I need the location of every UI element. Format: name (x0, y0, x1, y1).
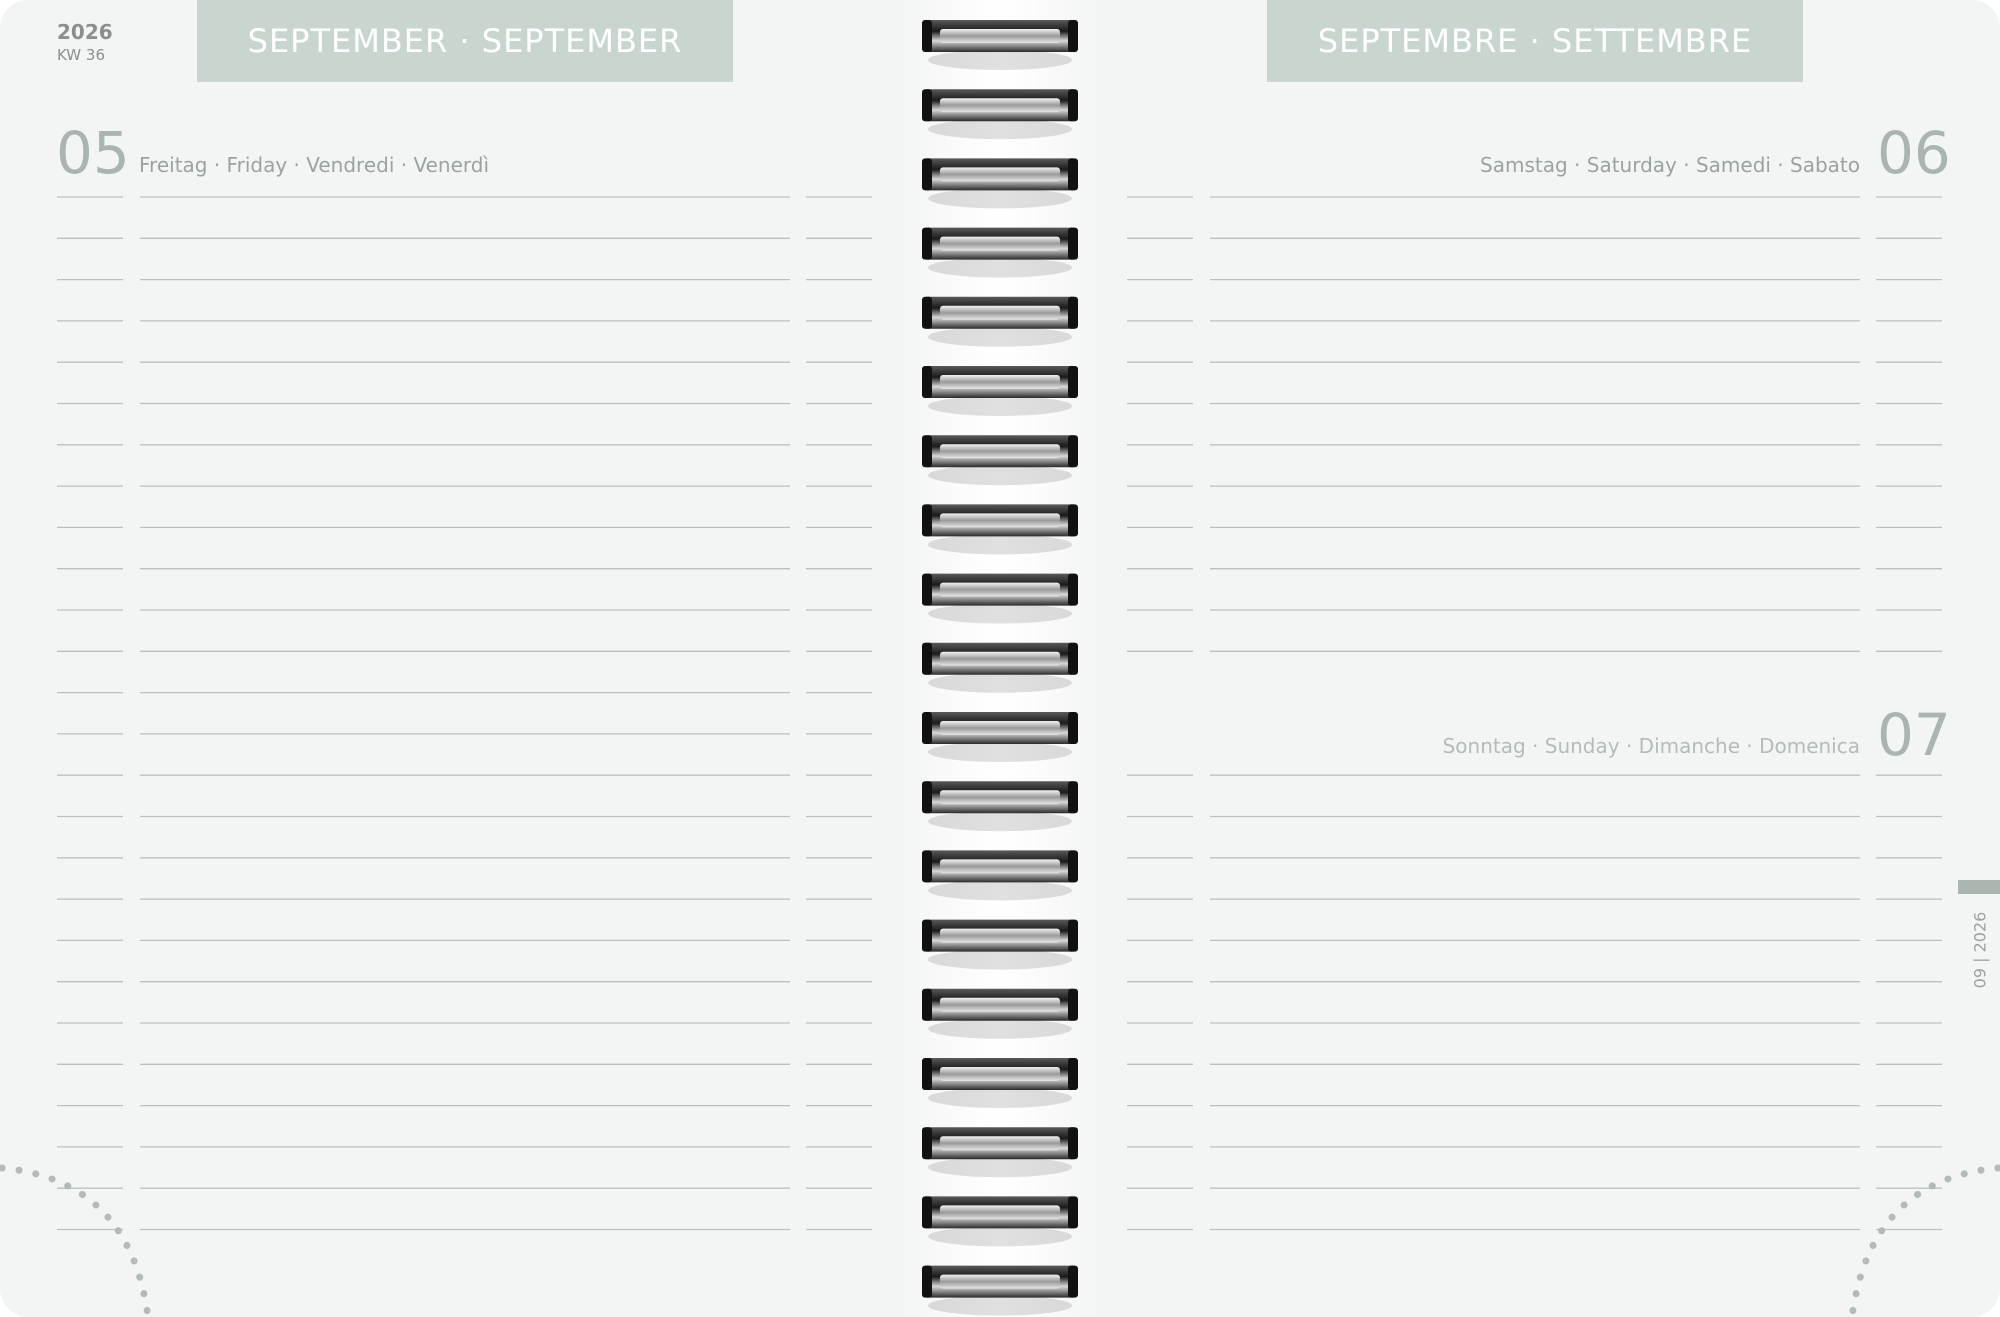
left-page: 2026 KW 36 SEPTEMBER · SEPTEMBER 05 Frei… (0, 0, 900, 1317)
spiral-ring (922, 20, 1078, 70)
ruled-lines-right[interactable] (1100, 0, 2000, 1317)
spiral-ring (922, 158, 1078, 209)
spiral-ring (922, 781, 1078, 832)
spiral-binding (900, 0, 1100, 1317)
spiral-ring (922, 1265, 1078, 1316)
spiral-ring (922, 712, 1078, 762)
spiral-ring (922, 988, 1078, 1039)
spiral-ring (922, 504, 1078, 555)
spiral-ring (922, 435, 1078, 486)
month-edge-text: 09 | 2026 (1970, 911, 1990, 989)
spiral-ring (922, 1127, 1078, 1178)
month-edge-label: 09 | 2026 (1945, 900, 2000, 1000)
right-page: SEPTEMBRE · SETTEMBRE 06 Samstag · Satur… (1100, 0, 2000, 1317)
ruled-lines-left[interactable] (0, 0, 900, 1317)
spiral-ring (922, 1058, 1078, 1108)
spiral-ring (922, 850, 1078, 901)
spiral-ring (922, 296, 1078, 347)
spiral-ring (922, 227, 1078, 278)
spiral-ring (922, 642, 1078, 693)
spiral-ring (922, 919, 1078, 970)
spiral-ring (922, 89, 1078, 140)
month-edge-tab[interactable] (1958, 880, 2000, 894)
spiral-ring (922, 1196, 1078, 1247)
planner-spread: 2026 KW 36 SEPTEMBER · SEPTEMBER 05 Frei… (0, 0, 2000, 1317)
spiral-ring (922, 573, 1078, 624)
spiral-ring (922, 366, 1078, 416)
